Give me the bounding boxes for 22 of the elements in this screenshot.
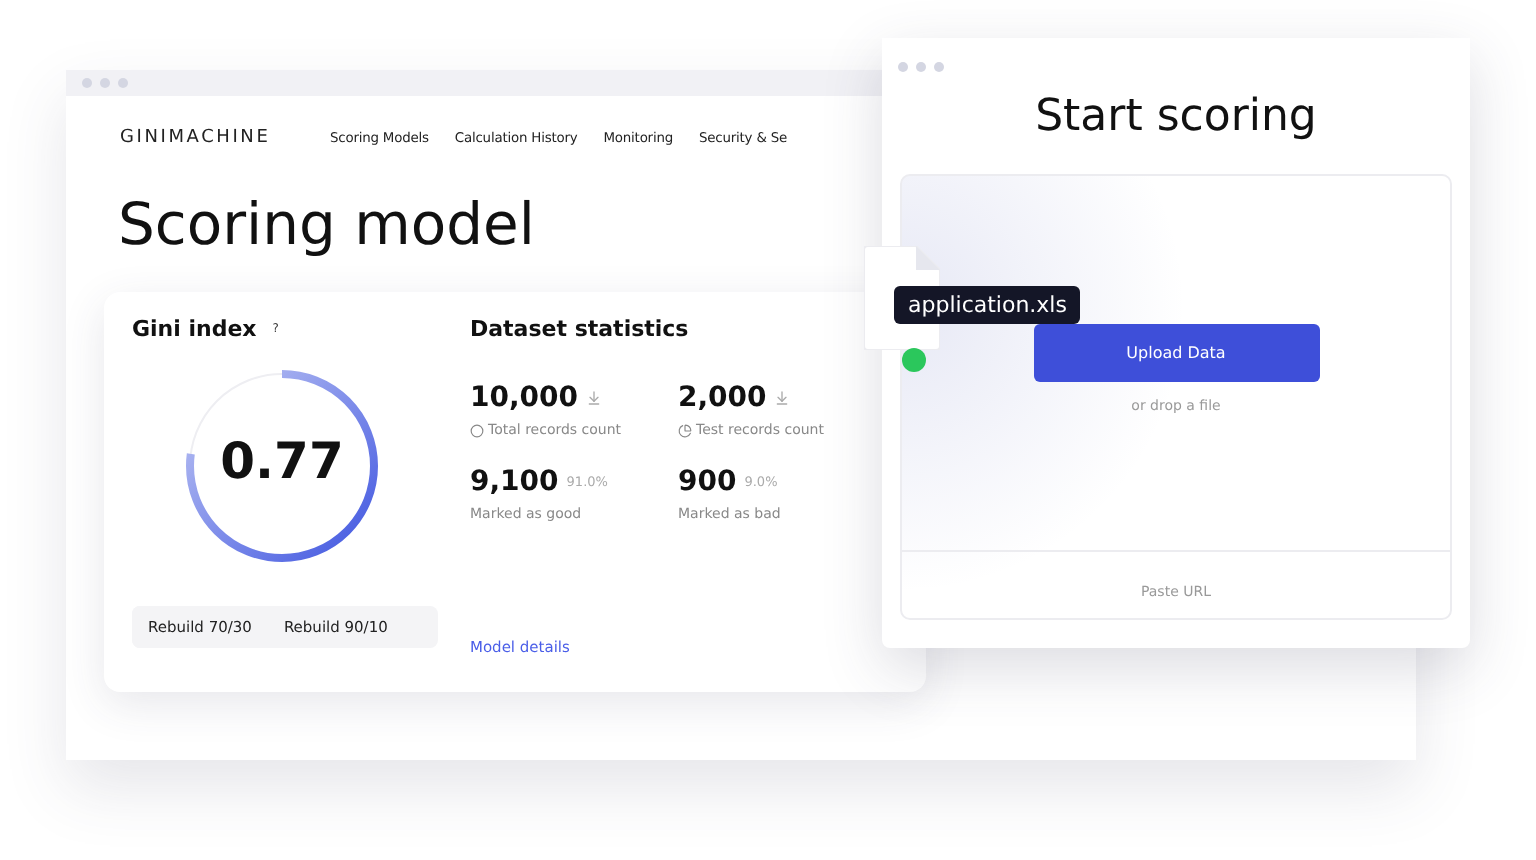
stat-value: 2,000 — [678, 382, 767, 414]
file-name-tag: application.xls — [894, 286, 1081, 324]
window-dot[interactable] — [100, 78, 110, 88]
window-dot[interactable] — [118, 78, 128, 88]
pie-chart-icon — [678, 423, 692, 437]
upload-button[interactable]: Upload Data — [1033, 324, 1319, 382]
card-title: Gini index — [132, 316, 257, 342]
download-icon[interactable] — [586, 390, 603, 406]
window-dot[interactable] — [82, 78, 92, 88]
gini-value: 0.77 — [218, 432, 346, 490]
download-icon[interactable] — [774, 390, 791, 406]
page-heading: Scoring model — [118, 188, 537, 260]
stat-value: 9,100 — [470, 466, 559, 498]
stat-value: 900 — [678, 466, 737, 498]
window-dot[interactable] — [934, 62, 944, 72]
circle-icon — [470, 423, 484, 437]
window-dot[interactable] — [898, 62, 908, 72]
logo[interactable]: GINIMACHINE — [120, 128, 330, 148]
card-title: Dataset statistics — [470, 316, 691, 342]
window-title: Start scoring — [1033, 92, 1319, 142]
window-dot[interactable] — [916, 62, 926, 72]
stat-value: 10,000 — [470, 382, 579, 414]
